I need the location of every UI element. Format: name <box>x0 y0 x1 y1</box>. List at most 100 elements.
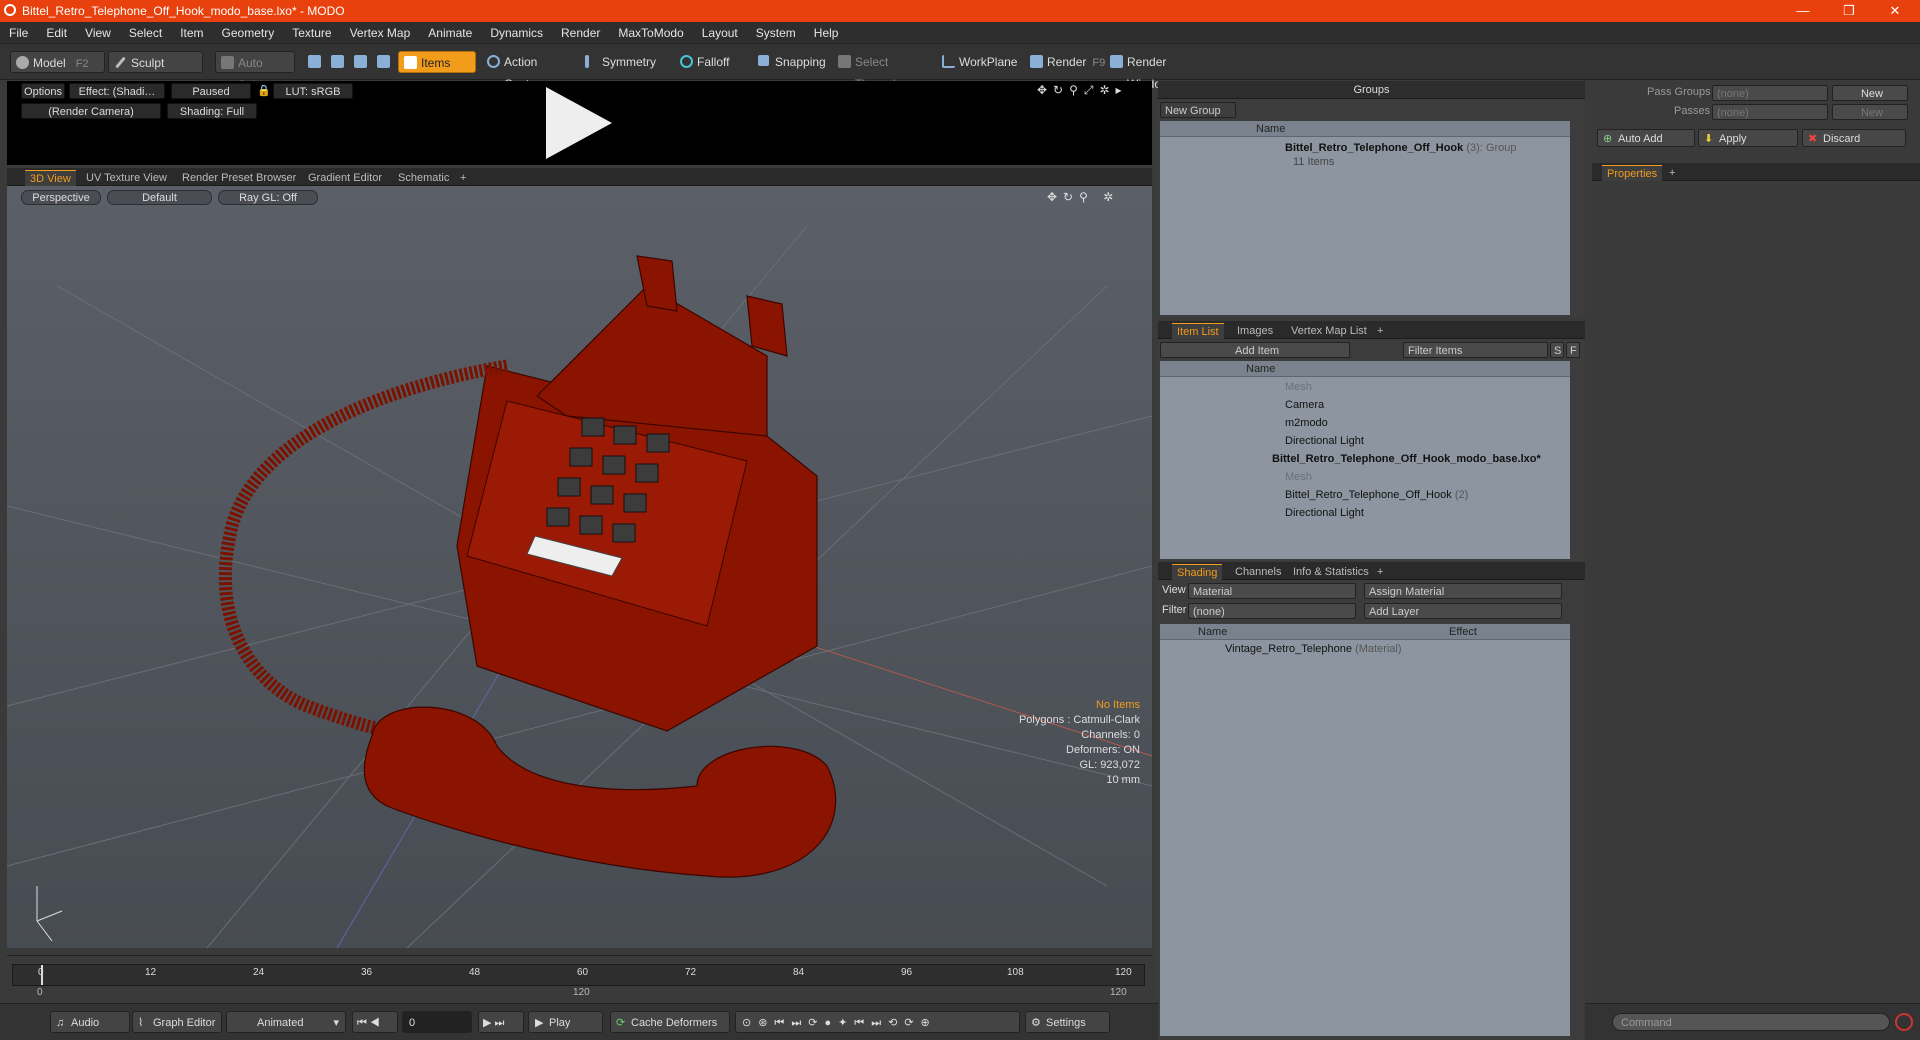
new-group-button[interactable]: New Group <box>1160 102 1236 118</box>
sculpt-button[interactable]: Sculpt <box>108 51 203 73</box>
snapping-button[interactable]: Snapping <box>753 51 833 73</box>
tab-schematic[interactable]: Schematic <box>393 170 454 186</box>
close-button[interactable]: ✕ <box>1872 0 1918 22</box>
auto-add-button[interactable]: ⊕ Auto Add <box>1597 129 1695 147</box>
menu-animate[interactable]: Animate <box>419 22 481 44</box>
tab-properties[interactable]: Properties <box>1602 165 1663 181</box>
audio-button[interactable]: ♫ Audio <box>50 1011 130 1033</box>
pass-groups-dropdown[interactable]: (none) <box>1712 85 1828 101</box>
playhead[interactable] <box>41 965 43 985</box>
vertex-mode-button[interactable] <box>303 51 323 73</box>
menu-view[interactable]: View <box>76 22 120 44</box>
filter-items-input[interactable]: Filter Items <box>1403 342 1548 358</box>
tab-vertex-map-list[interactable]: Vertex Map List <box>1286 323 1372 339</box>
preview-lut-dropdown[interactable]: LUT: sRGB <box>273 83 353 99</box>
record-macro-icon[interactable] <box>1895 1013 1913 1031</box>
model-button[interactable]: Model F2 <box>10 51 105 73</box>
menu-layout[interactable]: Layout <box>693 22 747 44</box>
items-mode-button[interactable]: Items <box>398 51 476 73</box>
menu-maxtomodo[interactable]: MaxToModo <box>609 22 692 44</box>
s-button[interactable]: S <box>1550 342 1564 358</box>
graph-editor-button[interactable]: ⌇ Graph Editor <box>132 1011 222 1033</box>
3d-viewport[interactable]: Perspective Default Ray GL: Off ✥↻⚲ ✲ No… <box>7 186 1152 948</box>
new-pass-button[interactable]: New <box>1832 104 1908 120</box>
menu-edit[interactable]: Edit <box>37 22 76 44</box>
render-window-button[interactable]: Render Window <box>1105 51 1205 91</box>
material-row[interactable]: Vintage_Retro_Telephone (Material) <box>1225 640 1402 658</box>
timeline-track[interactable]: 0 12 24 36 48 60 72 84 96 108 120 <box>12 964 1145 986</box>
menu-help[interactable]: Help <box>805 22 848 44</box>
key-controls[interactable]: ⊙⊛⏮⏭⟳●✦⏮⏭⟲⟳⊕ <box>735 1011 1020 1033</box>
command-input[interactable]: Command <box>1612 1013 1890 1031</box>
add-tab-button[interactable]: + <box>1664 165 1680 181</box>
menu-render[interactable]: Render <box>552 22 609 44</box>
add-tab-button[interactable]: + <box>455 170 471 186</box>
lock-icon[interactable]: 🔒 <box>257 83 271 99</box>
discard-button[interactable]: ✖ Discard <box>1802 129 1906 147</box>
list-item[interactable]: Mesh <box>1285 378 1312 396</box>
list-item[interactable]: Bittel_Retro_Telephone_Off_Hook_modo_bas… <box>1272 450 1541 468</box>
list-item[interactable]: Directional Light <box>1285 432 1364 450</box>
add-tab-button[interactable]: + <box>1372 564 1388 580</box>
play-icon[interactable] <box>546 87 612 159</box>
list-item[interactable]: Bittel_Retro_Telephone_Off_Hook (2) <box>1285 486 1468 504</box>
auto-select-button[interactable]: Auto Select <box>215 51 295 92</box>
select-through-button[interactable]: Select Through <box>833 51 930 91</box>
polygon-mode-button[interactable] <box>349 51 369 73</box>
apply-button[interactable]: ⬇ Apply <box>1698 129 1798 147</box>
preview-options-button[interactable]: Options <box>21 83 65 99</box>
tab-3d-view[interactable]: 3D View <box>25 170 76 186</box>
list-item[interactable]: m2modo <box>1285 414 1328 432</box>
tab-shading[interactable]: Shading <box>1172 564 1223 580</box>
menu-item[interactable]: Item <box>171 22 212 44</box>
view-dropdown[interactable]: Material <box>1188 583 1356 599</box>
list-item[interactable]: Camera <box>1285 396 1324 414</box>
tab-uv-texture-view[interactable]: UV Texture View <box>81 170 172 186</box>
falloff-button[interactable]: Falloff <box>675 51 745 73</box>
passes-dropdown[interactable]: (none) <box>1712 104 1828 120</box>
menu-select[interactable]: Select <box>120 22 171 44</box>
add-layer-dropdown[interactable]: Add Layer <box>1364 603 1562 619</box>
assign-material-button[interactable]: Assign Material <box>1364 583 1562 599</box>
maximize-button[interactable]: ❐ <box>1826 0 1872 22</box>
workplane-button[interactable]: WorkPlane <box>937 51 1017 73</box>
tab-render-preset-browser[interactable]: Render Preset Browser <box>177 170 301 186</box>
symmetry-button[interactable]: Symmetry <box>580 51 662 73</box>
preview-paused-button[interactable]: Paused <box>171 83 251 99</box>
timeline[interactable]: 0 12 24 36 48 60 72 84 96 108 120 0 120 … <box>7 955 1152 1000</box>
minimize-button[interactable]: — <box>1780 0 1826 22</box>
action-center-button[interactable]: Action Center <box>482 51 572 91</box>
list-item[interactable]: Directional Light <box>1285 504 1364 522</box>
preview-camera-dropdown[interactable]: (Render Camera) <box>21 103 161 119</box>
tab-images[interactable]: Images <box>1232 323 1278 339</box>
tab-gradient-editor[interactable]: Gradient Editor <box>303 170 387 186</box>
add-item-dropdown[interactable]: Add Item <box>1160 342 1350 358</box>
add-tab-button[interactable]: + <box>1372 323 1388 339</box>
menu-dynamics[interactable]: Dynamics <box>481 22 552 44</box>
animated-dropdown[interactable]: Animated ▾ <box>226 1011 346 1033</box>
menu-file[interactable]: File <box>0 22 37 44</box>
tab-channels[interactable]: Channels <box>1230 564 1286 580</box>
menu-texture[interactable]: Texture <box>283 22 340 44</box>
settings-button[interactable]: ⚙ Settings <box>1025 1011 1110 1033</box>
go-to-end-button[interactable]: ▶⏭ <box>478 1011 524 1033</box>
menu-geometry[interactable]: Geometry <box>213 22 284 44</box>
preview-nav-icons[interactable]: ✥↻⚲⤢✲▸ <box>1037 83 1128 98</box>
f-button[interactable]: F <box>1566 342 1580 358</box>
go-to-start-button[interactable]: ⏮◀ <box>352 1011 398 1033</box>
tab-info-statistics[interactable]: Info & Statistics <box>1288 564 1374 580</box>
new-pass-group-button[interactable]: New <box>1832 85 1908 101</box>
play-button[interactable]: ▶ Play <box>528 1011 603 1033</box>
list-item[interactable]: Mesh <box>1285 468 1312 486</box>
menu-vertex-map[interactable]: Vertex Map <box>341 22 420 44</box>
cache-deformers-button[interactable]: ⟳ Cache Deformers <box>610 1011 730 1033</box>
edge-mode-button[interactable] <box>326 51 346 73</box>
frame-input[interactable]: 0 <box>402 1011 472 1033</box>
preview-effect-dropdown[interactable]: Effect: (Shadi… <box>69 83 165 99</box>
tab-item-list[interactable]: Item List <box>1172 323 1224 339</box>
material-mode-button[interactable] <box>372 51 392 73</box>
filter-dropdown[interactable]: (none) <box>1188 603 1356 619</box>
menu-system[interactable]: System <box>747 22 805 44</box>
render-button[interactable]: Render F9 <box>1025 51 1105 73</box>
preview-shading-dropdown[interactable]: Shading: Full <box>167 103 257 119</box>
